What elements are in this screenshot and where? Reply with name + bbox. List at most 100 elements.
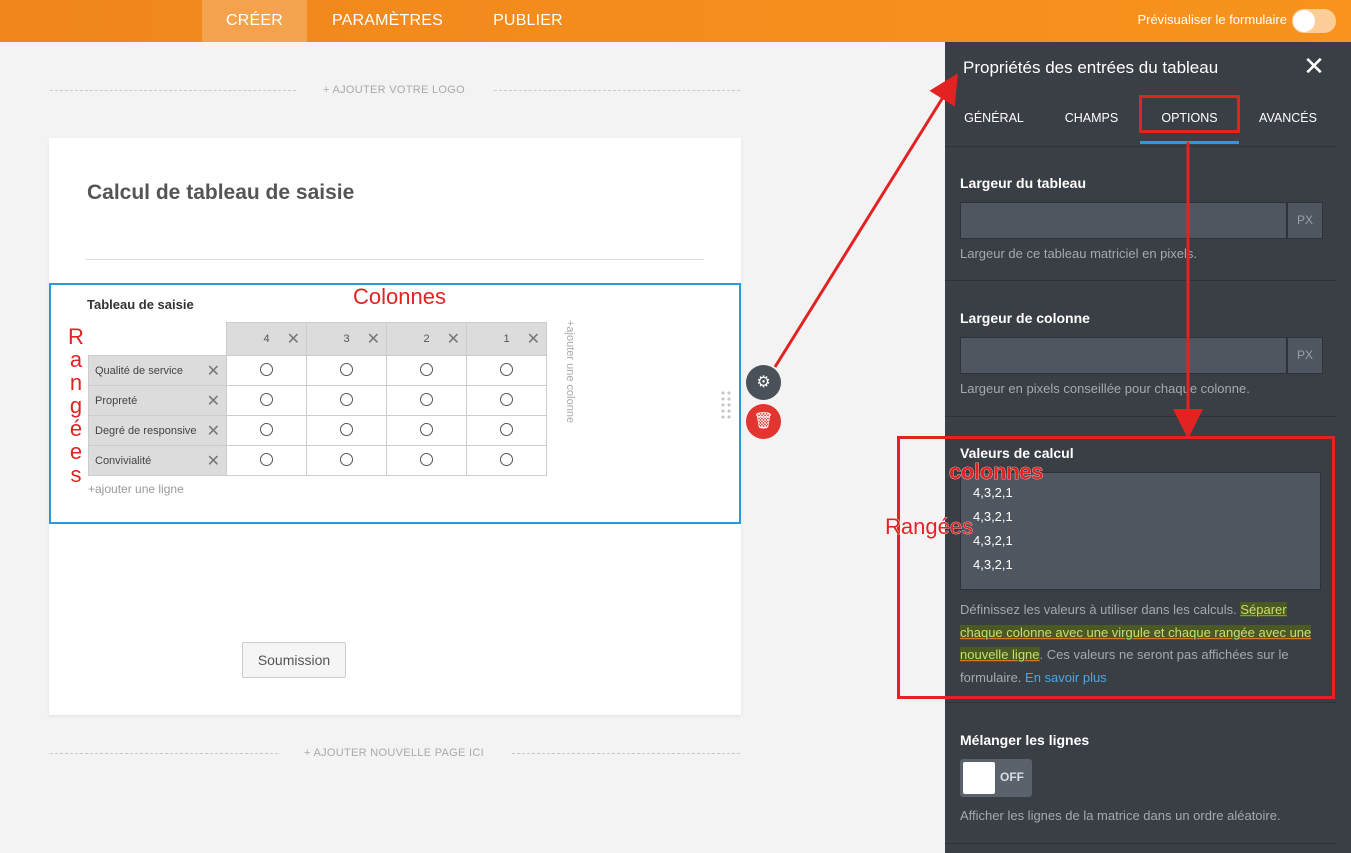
shuffle-rows-toggle[interactable]: OFF <box>960 759 1032 797</box>
shuffle-rows-help: Afficher les lignes de la matrice dans u… <box>960 808 1281 823</box>
toggle-knob <box>963 762 995 794</box>
preview-form-label: Prévisualiser le formulaire <box>1137 12 1287 27</box>
radio-button[interactable] <box>260 422 273 436</box>
matrix-cell <box>386 355 467 386</box>
panel-title: Propriétés des entrées du tableau <box>963 58 1219 77</box>
radio-button[interactable] <box>340 422 353 436</box>
matrix-cell <box>306 355 387 386</box>
column-header-label: 1 <box>503 333 510 345</box>
radio-button[interactable] <box>420 392 433 406</box>
arrow-to-panel <box>773 73 958 368</box>
form-title[interactable]: Calcul de tableau de saisie <box>87 181 354 205</box>
shuffle-rows-label: Mélanger les lignes <box>960 732 1090 748</box>
column-header-label: 2 <box>423 333 430 345</box>
tab-creer[interactable]: CRÉER <box>202 0 307 42</box>
matrix-cell <box>306 415 387 446</box>
radio-button[interactable] <box>260 452 273 466</box>
title-divider <box>86 259 704 260</box>
radio-button[interactable] <box>500 392 513 406</box>
row-header[interactable]: Convivialité ✕ <box>88 445 227 476</box>
column-header[interactable]: 3 ✕ <box>306 322 387 356</box>
column-width-input[interactable] <box>960 337 1287 374</box>
radio-button[interactable] <box>260 362 273 376</box>
matrix-cell <box>306 385 387 416</box>
panel-divider <box>945 146 1337 147</box>
radio-button[interactable] <box>420 422 433 436</box>
table-row: Propreté ✕ <box>88 385 547 416</box>
preview-form-toggle[interactable] <box>1292 9 1336 33</box>
tab-publier[interactable]: PUBLIER <box>468 0 588 42</box>
row-header-label: Degré de responsive <box>95 424 197 437</box>
tab-general[interactable]: GÉNÉRAL <box>945 92 1043 144</box>
delete-field-trash-icon[interactable]: 🗑 <box>746 404 781 439</box>
column-header[interactable]: 2 ✕ <box>386 322 467 356</box>
row-header[interactable]: Qualité de service ✕ <box>88 355 227 386</box>
radio-button[interactable] <box>340 452 353 466</box>
matrix-cell <box>226 355 307 386</box>
input-table-matrix: 4 ✕ 3 ✕ 2 ✕ 1 ✕ Qualité de service ✕ Propreté… <box>88 322 547 476</box>
table-width-input[interactable] <box>960 202 1287 239</box>
remove-row-icon[interactable]: ✕ <box>207 421 220 441</box>
matrix-cell <box>306 445 387 476</box>
column-width-help: Largeur en pixels conseillée pour chaque… <box>960 381 1250 396</box>
annotation-letter: e <box>69 439 83 464</box>
remove-column-icon[interactable]: ✕ <box>367 329 380 349</box>
column-header[interactable]: 1 ✕ <box>466 322 547 356</box>
top-navigation-bar: CRÉER PARAMÈTRES PUBLIER Prévisualiser l… <box>0 0 1351 42</box>
submit-button[interactable]: Soumission <box>242 642 346 678</box>
radio-button[interactable] <box>260 392 273 406</box>
column-width-label: Largeur de colonne <box>960 310 1090 326</box>
remove-column-icon[interactable]: ✕ <box>527 329 540 349</box>
annotation-letter: R <box>68 324 84 349</box>
tab-avances[interactable]: AVANCÉS <box>1239 92 1337 144</box>
table-width-label: Largeur du tableau <box>960 175 1087 191</box>
panel-divider <box>945 280 1337 281</box>
radio-button[interactable] <box>500 452 513 466</box>
field-settings-gear-icon[interactable]: ⚙ <box>746 365 781 400</box>
row-header[interactable]: Propreté ✕ <box>88 385 227 416</box>
remove-row-icon[interactable]: ✕ <box>207 451 220 471</box>
table-width-help: Largeur de ce tableau matriciel en pixel… <box>960 246 1198 261</box>
radio-button[interactable] <box>500 422 513 436</box>
page-divider-left <box>50 753 278 754</box>
table-width-unit: PX <box>1287 202 1323 239</box>
annotation-colonnes: Colonnes <box>353 284 446 309</box>
remove-row-icon[interactable]: ✕ <box>207 361 220 381</box>
radio-button[interactable] <box>420 452 433 466</box>
radio-button[interactable] <box>340 392 353 406</box>
tab-champs[interactable]: CHAMPS <box>1043 92 1140 144</box>
page-divider-right <box>512 753 740 754</box>
matrix-cell <box>386 415 467 446</box>
panel-divider <box>945 702 1337 703</box>
row-header[interactable]: Degré de responsive ✕ <box>88 415 227 446</box>
table-row: Qualité de service ✕ <box>88 355 547 386</box>
radio-button[interactable] <box>500 362 513 376</box>
matrix-cell <box>226 385 307 416</box>
radio-button[interactable] <box>420 362 433 376</box>
annotation-rangees-vertical: R a n g é e s <box>66 325 86 486</box>
matrix-cell <box>386 445 467 476</box>
input-table-label[interactable]: Tableau de saisie <box>87 297 194 312</box>
annotation-letter: n <box>69 370 83 395</box>
matrix-cell <box>466 445 547 476</box>
add-row-link[interactable]: +ajouter une ligne <box>88 482 184 496</box>
column-header[interactable]: 4 ✕ <box>226 322 307 356</box>
remove-column-icon[interactable]: ✕ <box>447 329 460 349</box>
radio-button[interactable] <box>340 362 353 376</box>
annotation-rangees-panel: Rangées <box>885 514 974 540</box>
remove-column-icon[interactable]: ✕ <box>287 329 300 349</box>
row-header-label: Convivialité <box>95 454 152 467</box>
column-header-label: 4 <box>263 333 270 345</box>
matrix-cell <box>226 415 307 446</box>
close-icon[interactable]: ✕ <box>1300 52 1328 80</box>
add-column-link[interactable]: +ajouter une colonne <box>560 320 576 430</box>
drag-handle-icon[interactable] <box>720 390 732 420</box>
add-logo-link[interactable]: + AJOUTER VOTRE LOGO <box>323 84 465 96</box>
remove-row-icon[interactable]: ✕ <box>207 391 220 411</box>
annotation-letter: é <box>69 416 83 441</box>
logo-divider-right <box>494 90 740 91</box>
matrix-corner <box>89 323 227 356</box>
annotation-highlight-options-tab <box>1139 95 1240 133</box>
tab-parametres[interactable]: PARAMÈTRES <box>307 0 468 42</box>
add-page-link[interactable]: + AJOUTER NOUVELLE PAGE ICI <box>304 747 484 759</box>
